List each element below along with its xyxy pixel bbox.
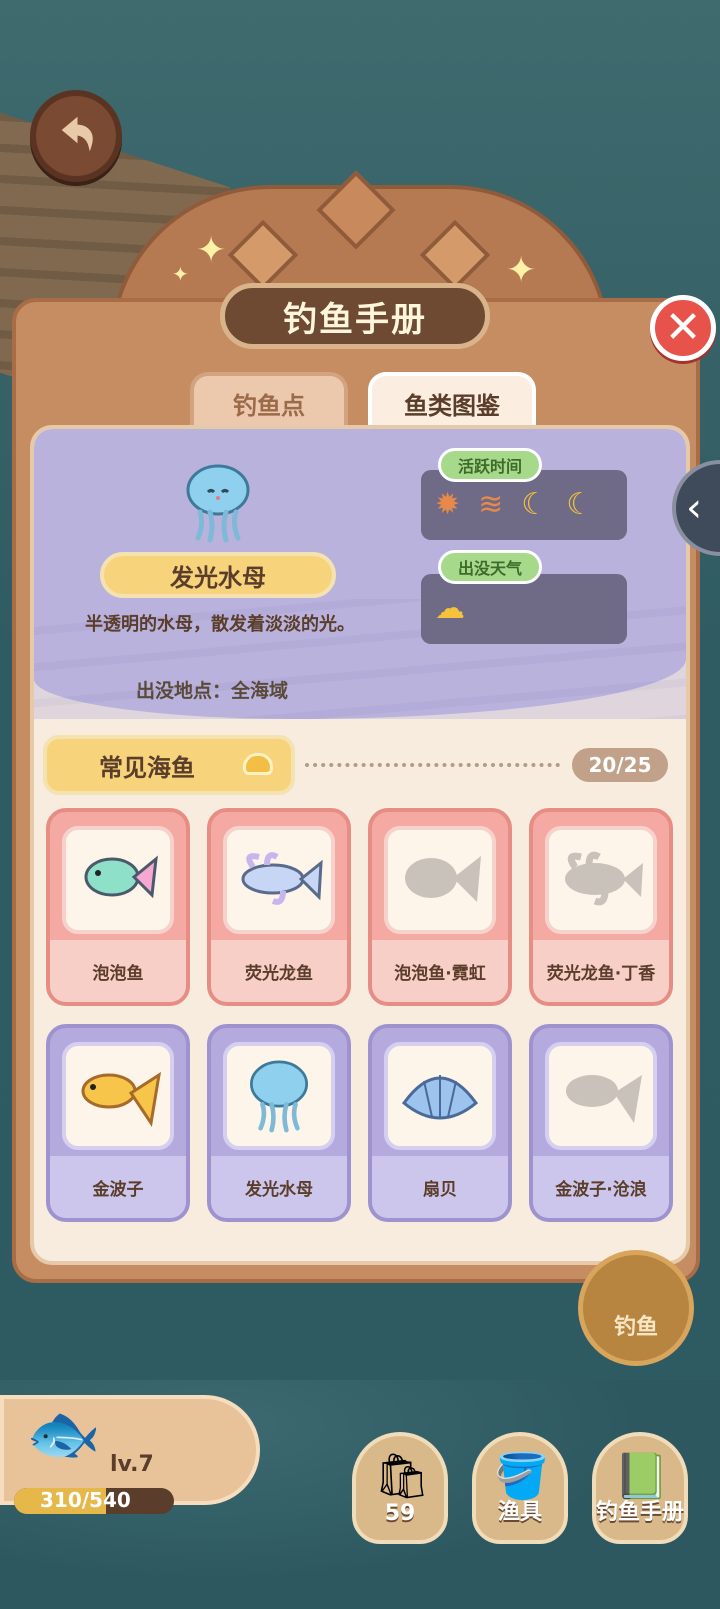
goldfish-icon bbox=[81, 1071, 162, 1127]
card-label: 扇贝 bbox=[372, 1156, 508, 1218]
scallop-icon bbox=[401, 1075, 479, 1120]
weather-box: ☁ bbox=[421, 574, 627, 644]
fish-name-plate: 发光水母 bbox=[100, 552, 336, 598]
fish-card[interactable]: 金波子·沧浪 bbox=[529, 1024, 673, 1222]
close-icon: ✕ bbox=[664, 302, 702, 353]
tab-fishing-spots[interactable]: 钓鱼点 bbox=[190, 372, 348, 430]
close-button[interactable]: ✕ bbox=[650, 295, 716, 361]
card-image bbox=[384, 826, 496, 934]
rain-cloud-icon: ☁ bbox=[435, 591, 465, 626]
fish-card[interactable]: 发光水母 bbox=[207, 1024, 351, 1222]
card-label: 泡泡鱼·霓虹 bbox=[372, 940, 508, 1002]
chevron-left-icon: ‹ bbox=[686, 485, 702, 531]
tab-fish-encyclopedia[interactable]: 鱼类图鉴 bbox=[368, 372, 536, 430]
card-image bbox=[545, 826, 657, 934]
gear-button[interactable]: 🪣 渔具 bbox=[472, 1432, 568, 1544]
card-image bbox=[384, 1042, 496, 1150]
fish-card[interactable]: 扇贝 bbox=[368, 1024, 512, 1222]
jellyfish-icon bbox=[186, 464, 250, 543]
card-label: 金波子 bbox=[50, 1156, 186, 1218]
category-name: 常见海鱼 bbox=[99, 753, 195, 782]
card-label: 荧光龙鱼·丁香 bbox=[533, 940, 669, 1002]
sparkle-icon: ✦ bbox=[172, 262, 189, 286]
xp-text: 310/540 bbox=[40, 1488, 131, 1512]
card-image bbox=[62, 1042, 174, 1150]
dragon-fish-icon bbox=[241, 852, 323, 905]
back-button[interactable] bbox=[30, 90, 122, 182]
fish-card[interactable]: 泡泡鱼 bbox=[46, 808, 190, 1006]
card-label: 荧光龙鱼 bbox=[211, 940, 347, 1002]
card-image bbox=[223, 1042, 335, 1150]
night-cloud-icon: ☾ bbox=[566, 487, 594, 522]
sunset-icon: ≋ bbox=[478, 487, 504, 522]
bait-count: 59 bbox=[384, 1501, 416, 1526]
rainbow-fish-icon bbox=[84, 855, 158, 899]
player-fish-icon: 🐟 bbox=[26, 1399, 101, 1469]
handbook-label: 钓鱼手册 bbox=[596, 1500, 685, 1525]
fish-card[interactable]: 金波子 bbox=[46, 1024, 190, 1222]
jellyfish-icon bbox=[249, 1060, 309, 1133]
card-image bbox=[223, 826, 335, 934]
category-selector[interactable]: 常见海鱼 bbox=[43, 735, 295, 795]
active-time-label: 活跃时间 bbox=[438, 448, 542, 482]
fish-description: 半透明的水母，散发着淡淡的光。 bbox=[85, 614, 355, 635]
weather-label: 出没天气 bbox=[438, 550, 542, 584]
fish-card[interactable]: 荧光龙鱼 bbox=[207, 808, 351, 1006]
collection-count: 20/25 bbox=[572, 748, 668, 782]
gear-label: 渔具 bbox=[497, 1500, 542, 1525]
page-title: 钓鱼手册 bbox=[283, 299, 427, 340]
fish-card[interactable]: 荧光龙鱼·丁香 bbox=[529, 808, 673, 1006]
player-level: lv.7 bbox=[110, 1452, 154, 1477]
handbook-button[interactable]: 📗 钓鱼手册 bbox=[592, 1432, 688, 1544]
card-label: 泡泡鱼 bbox=[50, 940, 186, 1002]
fish-silhouette-icon bbox=[405, 856, 481, 902]
bait-bag-icon: 🛍 bbox=[374, 1451, 430, 1502]
card-image bbox=[545, 1042, 657, 1150]
fish-action-button[interactable]: 钓鱼 bbox=[578, 1250, 694, 1366]
card-label: 发光水母 bbox=[211, 1156, 347, 1218]
card-label: 金波子·沧浪 bbox=[533, 1156, 669, 1218]
fish-card[interactable]: 泡泡鱼·霓虹 bbox=[368, 808, 512, 1006]
goldfish-silhouette-icon bbox=[566, 1075, 642, 1123]
bait-bag-button[interactable]: 🛍 59 bbox=[352, 1432, 448, 1544]
sparkle-icon: ✦ bbox=[196, 230, 227, 271]
card-image bbox=[62, 826, 174, 934]
category-bread-icon bbox=[243, 753, 273, 775]
category-divider bbox=[305, 763, 560, 767]
sunrise-icon: ✹ bbox=[435, 487, 461, 522]
back-arrow-icon bbox=[61, 116, 93, 152]
moon-icon: ☾ bbox=[521, 487, 549, 522]
fish-location: 出没地点：全海域 bbox=[136, 680, 289, 702]
sparkle-icon: ✦ bbox=[506, 250, 537, 291]
title-plate: 钓鱼手册 bbox=[220, 283, 490, 349]
fish-action-label: 钓鱼 bbox=[613, 1315, 658, 1340]
dragon-silhouette-icon bbox=[565, 851, 643, 906]
